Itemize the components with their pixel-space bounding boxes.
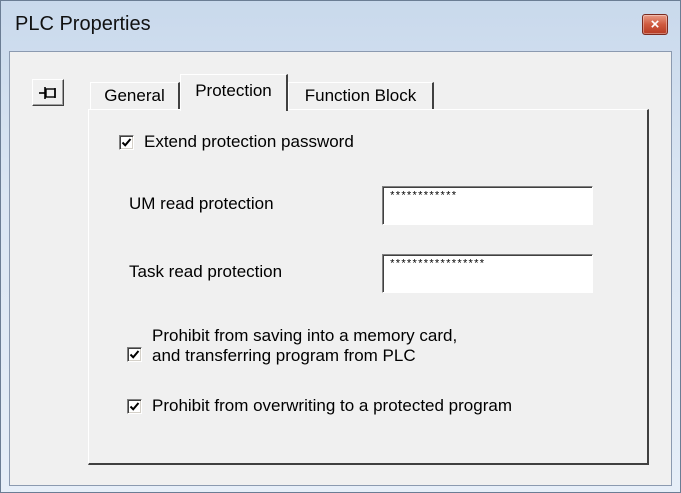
check-mark-icon xyxy=(129,349,140,359)
um-read-protection-label: UM read protection xyxy=(129,194,274,213)
tab-general[interactable]: General xyxy=(90,82,180,109)
tab-protection-label: Protection xyxy=(195,81,272,100)
extend-protection-password-checkbox[interactable] xyxy=(119,134,134,150)
task-read-protection-input[interactable]: ***************** xyxy=(382,254,593,293)
tab-general-label: General xyxy=(104,86,165,105)
task-read-protection-label: Task read protection xyxy=(129,262,283,281)
close-icon: × xyxy=(650,16,660,33)
protection-tab-panel: Extend protection password UM read prote… xyxy=(88,109,649,465)
prohibit-saving-label-line2: and transferring program from PLC xyxy=(152,346,416,365)
prohibit-saving-label: Prohibit from saving into a memory card,… xyxy=(152,326,457,366)
extend-protection-password-label: Extend protection password xyxy=(144,132,354,151)
prohibit-saving-label-line1: Prohibit from saving into a memory card, xyxy=(152,326,458,345)
plc-properties-window: PLC Properties × General Protection Func… xyxy=(0,0,681,493)
prohibit-overwrite-label: Prohibit from overwriting to a protected… xyxy=(152,396,512,415)
tab-function-block[interactable]: Function Block xyxy=(288,82,434,109)
tab-function-block-label: Function Block xyxy=(304,86,417,105)
check-mark-icon xyxy=(121,137,132,147)
tab-protection[interactable]: Protection xyxy=(180,74,288,111)
close-button[interactable]: × xyxy=(642,14,668,35)
prohibit-overwrite-checkbox[interactable] xyxy=(127,398,142,414)
pin-button[interactable] xyxy=(32,79,64,106)
title-bar[interactable]: PLC Properties × xyxy=(1,1,680,51)
extend-protection-password-checkbox-row[interactable]: Extend protection password xyxy=(119,132,354,152)
prohibit-saving-checkbox[interactable] xyxy=(127,346,142,362)
um-read-protection-input[interactable]: ************ xyxy=(382,186,593,225)
window-title: PLC Properties xyxy=(15,13,151,35)
dialog-client-area: General Protection Function Block Extend… xyxy=(9,51,672,486)
pushpin-icon xyxy=(39,86,56,99)
prohibit-overwrite-checkbox-row[interactable]: Prohibit from overwriting to a protected… xyxy=(127,396,512,416)
check-mark-icon xyxy=(129,401,140,411)
prohibit-saving-checkbox-row[interactable]: Prohibit from saving into a memory card,… xyxy=(127,326,457,366)
